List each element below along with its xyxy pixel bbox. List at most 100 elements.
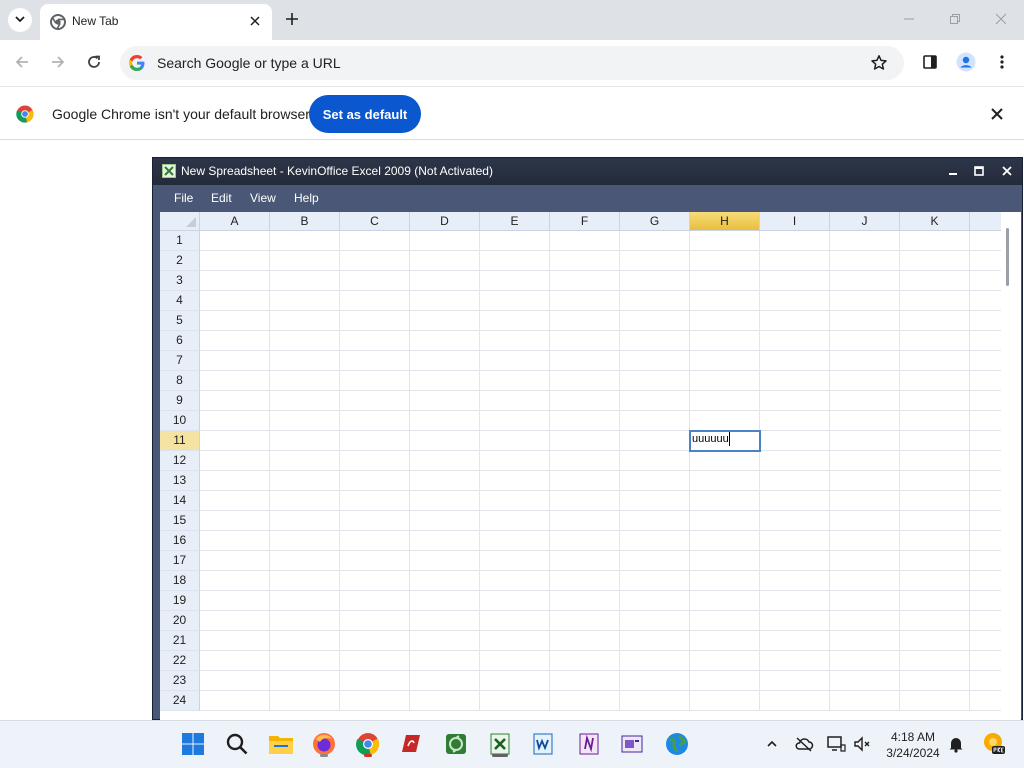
cell[interactable]: [270, 471, 340, 491]
row-header-17[interactable]: 17: [160, 551, 200, 571]
cell[interactable]: [690, 511, 760, 531]
cell[interactable]: [970, 531, 1001, 551]
cell[interactable]: [970, 291, 1001, 311]
taskbar-word-app[interactable]: [529, 731, 557, 759]
menu-help[interactable]: Help: [294, 191, 319, 205]
cell[interactable]: [410, 371, 480, 391]
cell[interactable]: [620, 531, 690, 551]
cell[interactable]: [340, 471, 410, 491]
cell[interactable]: [200, 631, 270, 651]
cell[interactable]: [270, 391, 340, 411]
taskbar-globe-app[interactable]: [663, 731, 691, 759]
tab-new-tab[interactable]: New Tab: [40, 4, 272, 40]
cell[interactable]: [340, 371, 410, 391]
cell[interactable]: [340, 611, 410, 631]
cell[interactable]: [830, 351, 900, 371]
set-as-default-button[interactable]: Set as default: [309, 95, 421, 133]
cell[interactable]: [830, 291, 900, 311]
cell[interactable]: [200, 291, 270, 311]
cell[interactable]: [340, 311, 410, 331]
cell[interactable]: [970, 371, 1001, 391]
cell[interactable]: [760, 231, 830, 251]
cell[interactable]: [970, 451, 1001, 471]
cell[interactable]: [970, 551, 1001, 571]
cell[interactable]: [690, 311, 760, 331]
cell[interactable]: [620, 291, 690, 311]
cell[interactable]: [270, 271, 340, 291]
cell[interactable]: [760, 491, 830, 511]
cell[interactable]: [480, 611, 550, 631]
cell[interactable]: [690, 671, 760, 691]
cell[interactable]: [550, 391, 620, 411]
cell[interactable]: [270, 571, 340, 591]
menu-file[interactable]: File: [174, 191, 193, 205]
xl-close-icon[interactable]: [998, 163, 1016, 179]
cell[interactable]: [200, 391, 270, 411]
cell[interactable]: [200, 571, 270, 591]
cell[interactable]: [690, 591, 760, 611]
cell[interactable]: [480, 351, 550, 371]
cell[interactable]: [900, 331, 970, 351]
tray-network-button[interactable]: [826, 735, 846, 755]
cell[interactable]: [690, 251, 760, 271]
cell[interactable]: [970, 431, 1001, 451]
chrome-menu-button[interactable]: [990, 51, 1014, 75]
cell[interactable]: [620, 691, 690, 711]
cell[interactable]: [830, 571, 900, 591]
cell[interactable]: [970, 611, 1001, 631]
cell[interactable]: [410, 291, 480, 311]
cell[interactable]: [830, 371, 900, 391]
cell[interactable]: [760, 571, 830, 591]
cell[interactable]: [410, 471, 480, 491]
cell[interactable]: [480, 631, 550, 651]
cell[interactable]: [270, 371, 340, 391]
cell[interactable]: [900, 491, 970, 511]
cell[interactable]: [340, 651, 410, 671]
cell[interactable]: [340, 291, 410, 311]
cell[interactable]: [410, 551, 480, 571]
cell[interactable]: [620, 551, 690, 571]
cell[interactable]: [830, 431, 900, 451]
cell[interactable]: [200, 431, 270, 451]
cell[interactable]: [760, 331, 830, 351]
cell[interactable]: [550, 311, 620, 331]
tray-cloud-button[interactable]: [794, 735, 814, 755]
column-header-i[interactable]: I: [760, 212, 830, 231]
cell[interactable]: [760, 451, 830, 471]
cell[interactable]: [620, 471, 690, 491]
cell[interactable]: [970, 591, 1001, 611]
cell[interactable]: [550, 431, 620, 451]
cell[interactable]: [410, 651, 480, 671]
spreadsheet-grid[interactable]: A B C D E F G H I J K 1 2 3 4 5 6 7 8 9 10 11 12 13 14 15 16 17 18 19…: [160, 212, 1001, 721]
cell[interactable]: [690, 691, 760, 711]
cell[interactable]: [830, 391, 900, 411]
cell[interactable]: [480, 471, 550, 491]
cell[interactable]: [480, 311, 550, 331]
cell[interactable]: [480, 251, 550, 271]
menu-edit[interactable]: Edit: [211, 191, 232, 205]
cell[interactable]: [270, 491, 340, 511]
cell[interactable]: [340, 391, 410, 411]
cell[interactable]: [620, 671, 690, 691]
cell[interactable]: [200, 311, 270, 331]
cell[interactable]: [410, 491, 480, 511]
cell[interactable]: [620, 571, 690, 591]
infobar-close-icon[interactable]: [988, 105, 1006, 123]
column-header-h[interactable]: H: [690, 212, 760, 231]
cell[interactable]: [620, 251, 690, 271]
cell[interactable]: [760, 691, 830, 711]
bookmark-star-icon[interactable]: [870, 54, 888, 72]
cell[interactable]: [760, 351, 830, 371]
cell[interactable]: [200, 451, 270, 471]
cell[interactable]: [970, 491, 1001, 511]
cell[interactable]: [550, 351, 620, 371]
cell[interactable]: [480, 271, 550, 291]
tray-volume-button[interactable]: [852, 735, 872, 755]
cell[interactable]: [900, 691, 970, 711]
cell[interactable]: [200, 231, 270, 251]
cell[interactable]: [970, 471, 1001, 491]
cell[interactable]: [620, 411, 690, 431]
cell[interactable]: [620, 451, 690, 471]
cell[interactable]: [970, 311, 1001, 331]
cell[interactable]: [550, 291, 620, 311]
